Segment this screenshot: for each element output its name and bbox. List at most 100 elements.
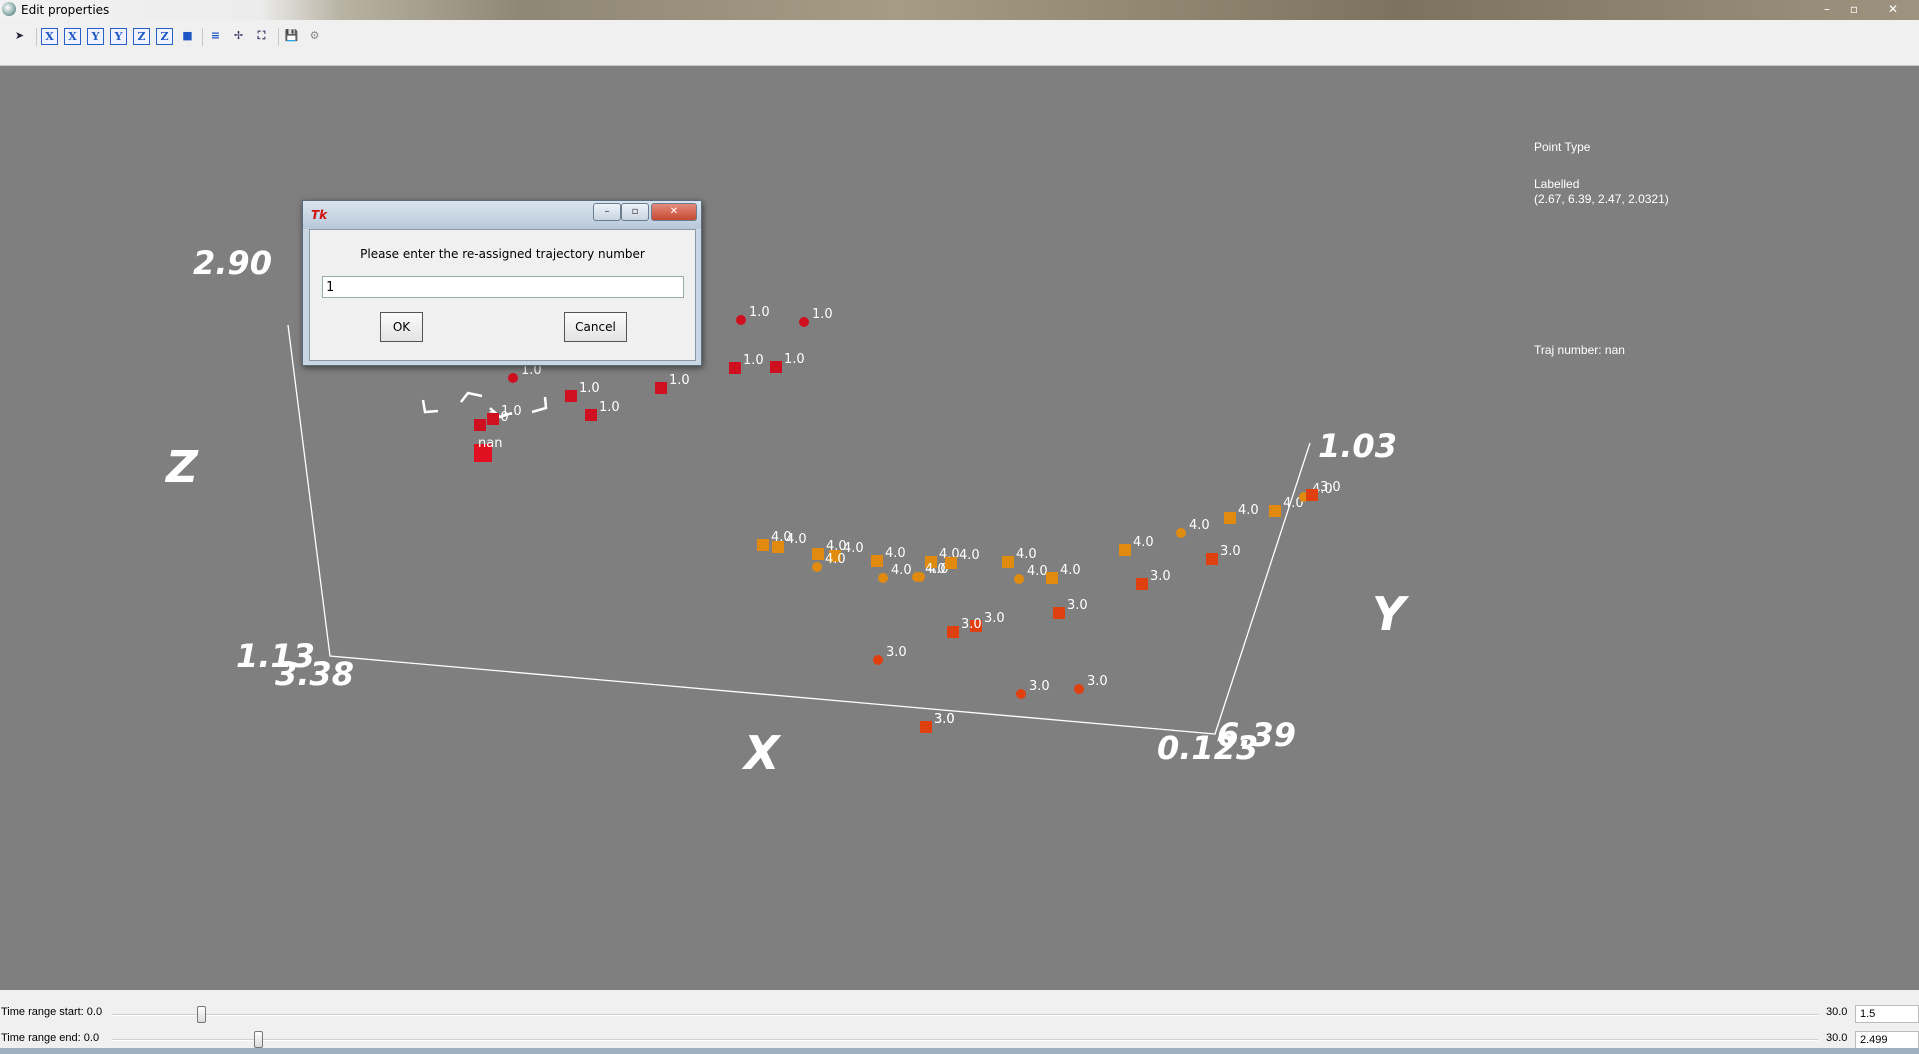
ok-button[interactable]: OK bbox=[380, 312, 423, 342]
data-point[interactable]: 3.0 bbox=[1016, 679, 1050, 699]
data-point-marker[interactable] bbox=[736, 315, 746, 325]
time-start-slider[interactable] bbox=[112, 1014, 1818, 1016]
data-point[interactable]: 4.0 bbox=[912, 562, 946, 582]
data-point-marker[interactable] bbox=[757, 539, 769, 551]
data-point-label: 3.0 bbox=[934, 712, 955, 727]
time-end-min: 0.0 bbox=[83, 1032, 100, 1044]
data-point-label: 1.0 bbox=[599, 400, 620, 415]
data-point[interactable]: 4.0 bbox=[878, 563, 912, 583]
dialog-body: Please enter the re-assigned trajectory … bbox=[309, 229, 696, 361]
data-point-marker[interactable] bbox=[1053, 607, 1065, 619]
data-point[interactable]: 3.0 bbox=[920, 712, 955, 733]
data-point[interactable]: 3.0 bbox=[1074, 674, 1108, 694]
plot-area[interactable]: Z X Y 2.90 1.13 3.38 0.123 6.39 1.03 1.0… bbox=[0, 66, 1919, 990]
x-axis-reverse-icon[interactable]: X bbox=[64, 28, 81, 45]
data-point-marker[interactable] bbox=[1119, 544, 1131, 556]
y-far-tick: 1.03 bbox=[1318, 427, 1397, 465]
data-point-marker[interactable] bbox=[920, 721, 932, 733]
minimize-icon[interactable]: – bbox=[1816, 1, 1838, 17]
close-icon[interactable]: ✕ bbox=[1882, 1, 1904, 17]
dialog-maximize-icon[interactable]: ▫ bbox=[621, 203, 649, 221]
data-point-marker[interactable] bbox=[945, 557, 957, 569]
data-point-marker[interactable] bbox=[1046, 572, 1058, 584]
data-point[interactable]: 3.0 bbox=[1136, 569, 1171, 590]
data-point-marker[interactable] bbox=[799, 317, 809, 327]
time-start-slider-thumb[interactable] bbox=[197, 1006, 207, 1023]
data-point[interactable]: 1.0 bbox=[736, 305, 770, 325]
data-point-marker[interactable] bbox=[487, 413, 499, 425]
time-end-slider-thumb[interactable] bbox=[253, 1031, 263, 1048]
data-point-marker[interactable] bbox=[1016, 689, 1026, 699]
data-point[interactable]: 3.0 bbox=[1053, 598, 1088, 619]
data-point[interactable]: 1.0 bbox=[799, 307, 833, 327]
z-top-tick: 2.90 bbox=[193, 244, 272, 282]
y-axis-icon[interactable]: Y bbox=[87, 28, 104, 45]
data-point-marker[interactable] bbox=[1002, 556, 1014, 568]
data-point[interactable]: 3.0 bbox=[1206, 544, 1241, 565]
data-point[interactable]: 1.0 bbox=[565, 381, 600, 402]
data-point-marker[interactable] bbox=[1014, 574, 1024, 584]
data-point-marker[interactable] bbox=[508, 373, 518, 383]
data-point[interactable]: 4.0 bbox=[1176, 518, 1210, 538]
data-point-marker[interactable] bbox=[1074, 684, 1084, 694]
data-point-marker[interactable] bbox=[912, 572, 922, 582]
data-point-marker[interactable] bbox=[474, 419, 486, 431]
y-axis-reverse-icon[interactable]: Y bbox=[110, 28, 127, 45]
save-icon[interactable]: 💾 bbox=[283, 28, 300, 45]
data-point[interactable]: 4.0 bbox=[1224, 503, 1259, 524]
dialog-minimize-icon[interactable]: – bbox=[593, 203, 621, 221]
cube-view-icon[interactable]: ■ bbox=[179, 28, 196, 45]
data-point-marker[interactable] bbox=[1206, 553, 1218, 565]
data-point-label: 4.0 bbox=[891, 563, 912, 578]
data-point-marker[interactable] bbox=[878, 573, 888, 583]
data-point-label: 4.0 bbox=[1133, 535, 1154, 550]
data-point[interactable]: 1.0 bbox=[585, 400, 620, 421]
data-point[interactable]: 3.0 bbox=[947, 617, 982, 638]
layers-icon[interactable]: ≡ bbox=[207, 28, 224, 45]
data-point[interactable]: 4.0 bbox=[1014, 564, 1048, 584]
data-point-marker[interactable] bbox=[729, 362, 741, 374]
pointer-tool-icon[interactable]: ➤ bbox=[11, 28, 28, 45]
pan-icon[interactable]: ✢ bbox=[230, 28, 247, 45]
data-point-marker[interactable] bbox=[655, 382, 667, 394]
data-point-marker[interactable] bbox=[1176, 528, 1186, 538]
settings-icon[interactable]: ⚙ bbox=[306, 28, 323, 45]
data-point[interactable]: nan bbox=[474, 436, 502, 462]
x-axis-icon[interactable]: X bbox=[41, 28, 58, 45]
maximize-icon[interactable]: ▫ bbox=[1843, 1, 1865, 17]
data-point-label: 3.0 bbox=[1220, 544, 1241, 559]
data-point[interactable]: 1.0 bbox=[729, 353, 764, 374]
dialog-close-icon[interactable]: ✕ bbox=[651, 203, 697, 221]
time-end-value-field[interactable]: 2.499 bbox=[1855, 1031, 1919, 1049]
data-point-marker[interactable] bbox=[812, 548, 824, 560]
z-axis-name: Z bbox=[164, 442, 199, 493]
data-point[interactable]: 1.0 bbox=[770, 352, 805, 373]
data-point-label: 4.0 bbox=[885, 546, 906, 561]
data-point-marker[interactable] bbox=[873, 655, 883, 665]
data-point-marker[interactable] bbox=[1269, 505, 1281, 517]
data-point-marker[interactable] bbox=[1224, 512, 1236, 524]
trajectory-number-input[interactable] bbox=[322, 276, 684, 298]
data-point-marker[interactable] bbox=[812, 562, 822, 572]
data-point-marker[interactable] bbox=[772, 541, 784, 553]
data-point-marker[interactable] bbox=[947, 626, 959, 638]
data-point-marker[interactable] bbox=[565, 390, 577, 402]
data-point[interactable]: 3.0 bbox=[873, 645, 907, 665]
data-point[interactable]: 1.0 bbox=[655, 373, 690, 394]
cancel-button[interactable]: Cancel bbox=[564, 312, 627, 342]
data-point-marker[interactable] bbox=[770, 361, 782, 373]
data-point-marker[interactable] bbox=[1306, 489, 1318, 501]
z-axis-reverse-icon[interactable]: Z bbox=[156, 28, 173, 45]
time-start-value-field[interactable]: 1.5 bbox=[1855, 1005, 1919, 1023]
data-point-marker[interactable] bbox=[871, 555, 883, 567]
z-axis-icon[interactable]: Z bbox=[133, 28, 150, 45]
y-near-tick: 6.39 bbox=[1217, 716, 1296, 754]
time-end-slider[interactable] bbox=[112, 1039, 1818, 1041]
trajectory-number: Traj number: nan bbox=[1534, 343, 1625, 357]
data-point[interactable]: 4.0 bbox=[1046, 563, 1081, 584]
data-point[interactable]: 1.0 bbox=[508, 363, 542, 383]
data-point[interactable]: 4.0 bbox=[1119, 535, 1154, 556]
data-point-marker[interactable] bbox=[585, 409, 597, 421]
fit-view-icon[interactable]: ⛶ bbox=[253, 28, 270, 45]
data-point-marker[interactable] bbox=[1136, 578, 1148, 590]
